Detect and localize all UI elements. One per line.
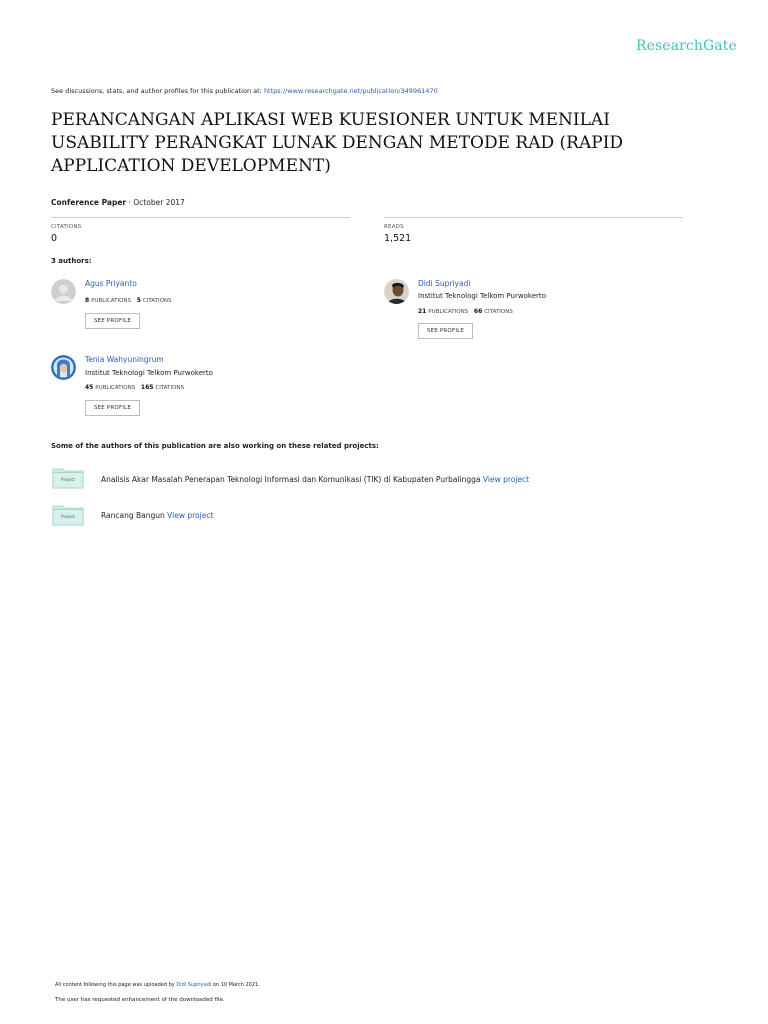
related-projects-heading: Some of the authors of this publication … <box>51 442 379 450</box>
project-folder-icon: Project <box>52 504 84 526</box>
citations-label: CITATIONS <box>155 385 185 391</box>
view-project-link[interactable]: View project <box>167 511 213 520</box>
reads-label: READS <box>384 224 404 230</box>
project-title: Rancang Bangun <box>101 511 168 520</box>
author-stats: 8 PUBLICATIONS 5 CITATIONS <box>85 297 172 304</box>
author-name[interactable]: Agus Priyanto <box>85 279 137 288</box>
see-profile-button[interactable]: SEE PROFILE <box>418 323 473 339</box>
citations-label: CITATIONS <box>51 224 82 230</box>
citations-label: CITATIONS <box>142 298 172 304</box>
citations-count: 66 <box>473 308 483 315</box>
publications-label: PUBLICATIONS <box>95 385 136 391</box>
upload-suffix: on 10 March 2021. <box>211 982 260 988</box>
publications-count: 45 <box>85 384 94 391</box>
publication-link[interactable]: https://www.researchgate.net/publication… <box>264 87 438 95</box>
intro-text: See discussions, stats, and author profi… <box>51 87 264 95</box>
paper-type: Conference Paper <box>51 198 127 207</box>
paper-title: PERANCANGAN APLIKASI WEB KUESIONER UNTUK… <box>51 110 624 176</box>
avatar-placeholder-icon[interactable] <box>51 279 76 304</box>
citations-value: 0 <box>51 233 58 244</box>
author-stats: 21 PUBLICATIONS 66 CITATIONS <box>418 308 513 315</box>
reads-divider <box>384 217 683 218</box>
discussion-intro: See discussions, stats, and author profi… <box>51 87 438 95</box>
folder-label: Project <box>61 477 75 482</box>
author-name[interactable]: Didi Supriyadi <box>418 279 470 288</box>
paper-date: October 2017 <box>133 198 185 207</box>
uploader-link[interactable]: Didi Supriyadi <box>176 982 211 988</box>
citations-count: 5 <box>136 297 141 304</box>
upload-prefix: All content following this page was uplo… <box>55 982 177 988</box>
see-profile-button[interactable]: SEE PROFILE <box>85 400 140 416</box>
project-item: Rancang Bangun View project <box>101 511 213 520</box>
publications-label: PUBLICATIONS <box>428 309 469 315</box>
author-institution: Institut Teknologi Telkom Purwokerto <box>85 369 213 377</box>
upload-note: All content following this page was uplo… <box>55 982 260 988</box>
author-stats: 45 PUBLICATIONS 165 CITATIONS <box>85 384 184 391</box>
citations-label: CITATIONS <box>484 309 513 315</box>
paper-meta: Conference Paper · October 2017 <box>51 198 185 207</box>
project-item: Analisis Akar Masalah Penerapan Teknolog… <box>101 475 529 484</box>
citations-count: 165 <box>140 384 154 391</box>
author-photo-icon[interactable] <box>51 355 76 380</box>
author-institution: Institut Teknologi Telkom Purwokerto <box>418 292 546 300</box>
view-project-link[interactable]: View project <box>483 475 529 484</box>
author-name[interactable]: Tenia Wahyuningrum <box>85 355 164 364</box>
project-title: Analisis Akar Masalah Penerapan Teknolog… <box>101 475 483 484</box>
author-photo-icon[interactable] <box>384 279 409 304</box>
publications-count: 21 <box>418 308 427 315</box>
publications-count: 8 <box>85 297 90 304</box>
folder-label: Project <box>61 514 75 519</box>
publications-label: PUBLICATIONS <box>91 298 132 304</box>
project-folder-icon: Project <box>52 467 84 489</box>
citations-divider <box>51 217 350 218</box>
enhancement-note: The user has requested enhancement of th… <box>55 997 225 1003</box>
reads-value: 1,521 <box>384 233 412 244</box>
authors-heading: 3 authors: <box>51 257 92 265</box>
see-profile-button[interactable]: SEE PROFILE <box>85 313 140 329</box>
researchgate-logo[interactable]: ResearchGate <box>636 38 737 54</box>
